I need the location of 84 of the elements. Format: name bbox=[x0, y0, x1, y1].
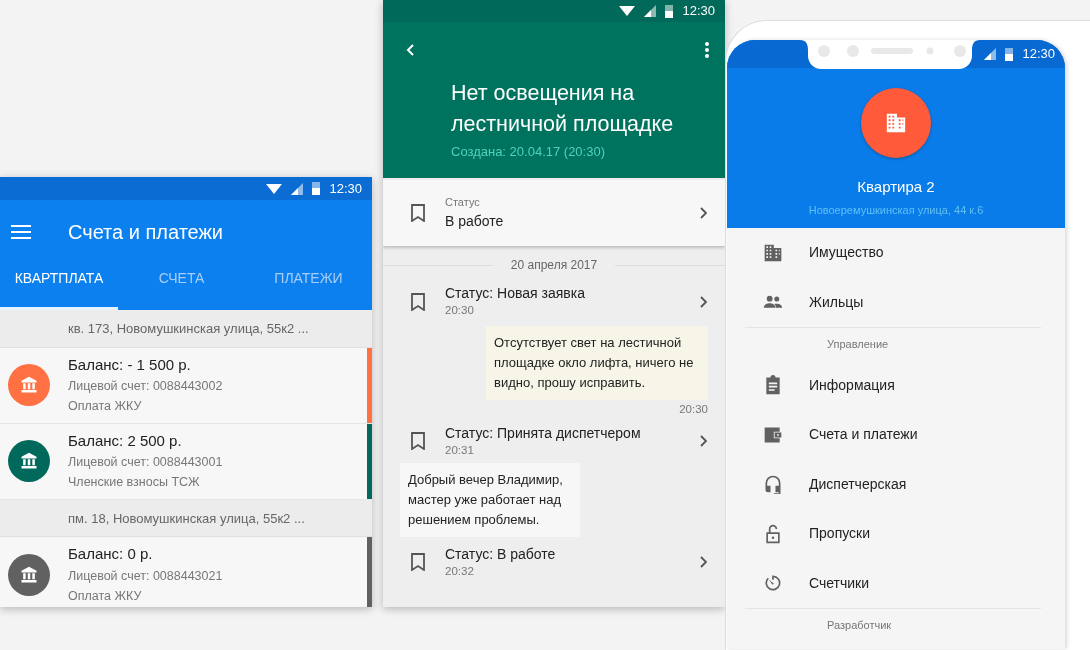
menu-label: Информация bbox=[809, 375, 895, 395]
message-time: 20:30 bbox=[679, 402, 708, 417]
event-time: 20:32 bbox=[445, 563, 475, 579]
status-time: 12:30 bbox=[1022, 45, 1055, 64]
account-number: Лицевой счет: 0088443001 bbox=[68, 454, 223, 472]
profile-address: Новоеремушкинская улица, 44 к.6 bbox=[808, 202, 984, 218]
account-purpose: Оплата ЖКУ bbox=[68, 587, 143, 605]
menu-button[interactable] bbox=[11, 225, 31, 239]
screen-title: Счета и платежи bbox=[68, 220, 223, 245]
menu-label: Счета и платежи bbox=[809, 425, 918, 445]
wifi-icon bbox=[619, 6, 636, 16]
signal-icon bbox=[644, 5, 657, 17]
more-button[interactable] bbox=[705, 42, 709, 58]
battery-icon bbox=[312, 182, 321, 195]
status-label: Статус bbox=[445, 195, 481, 211]
bank-icon bbox=[19, 451, 39, 471]
bookmark-icon bbox=[411, 553, 425, 572]
bookmark-icon bbox=[411, 204, 425, 222]
bank-icon bbox=[19, 564, 39, 585]
address-header: пм. 18, Новомушкинская улица, 55к2 ... bbox=[0, 499, 372, 537]
menu-label: Диспетчерская bbox=[809, 474, 907, 494]
signal-icon bbox=[984, 48, 997, 60]
chevron-right-icon bbox=[700, 435, 707, 448]
event-status: Статус: Принята диспетчером bbox=[445, 423, 642, 442]
bookmark-icon bbox=[411, 293, 425, 311]
menu-icon bbox=[11, 225, 31, 239]
chevron-right-icon bbox=[700, 296, 707, 308]
sent-message: Отсутствует свет на лестичной площадке окло лифта, ничего не видно, прошу исправить. bbox=[486, 326, 708, 400]
clipboard-icon bbox=[763, 375, 783, 396]
status-time: 12:30 bbox=[682, 2, 715, 21]
menu-label: Пропуски bbox=[809, 524, 870, 544]
wifi-icon bbox=[266, 183, 283, 194]
account-balance: Баланс: 2 500 р. bbox=[68, 430, 183, 451]
bank-icon bbox=[19, 375, 39, 395]
headset-icon bbox=[763, 474, 783, 495]
menu-item[interactable]: Жильцы bbox=[727, 277, 1065, 327]
profile-title: Квартира 2 bbox=[857, 177, 935, 197]
menu-item[interactable]: Пропуски bbox=[727, 509, 1065, 559]
status-time: 12:30 bbox=[329, 179, 362, 198]
account-card[interactable]: Баланс: - 1 500 р. Лицевой счет: 0088443002 Оплата ЖКУ bbox=[0, 347, 372, 424]
battery-icon bbox=[665, 4, 674, 18]
status-value: В работе bbox=[445, 211, 505, 231]
menu-item[interactable]: Имущество bbox=[727, 228, 1065, 278]
menu-item[interactable]: Диспетчерская bbox=[727, 459, 1065, 509]
building-icon bbox=[763, 242, 783, 263]
received-message: Добрый вечер Владимир, мастер уже работает над решением проблемы. bbox=[400, 463, 580, 538]
address-header: кв. 173, Новомушкинская улица, 55к2 ... bbox=[0, 310, 372, 348]
chevron-right-icon bbox=[700, 556, 707, 569]
section-header: Управление bbox=[745, 327, 1041, 361]
battery-icon bbox=[1005, 47, 1014, 61]
created-date: Создана: 20.04.17 (20:30) bbox=[451, 143, 606, 161]
menu-label: Жильцы bbox=[809, 292, 864, 312]
account-card[interactable]: Баланс: 2 500 р. Лицевой счет: 0088443001 Членские взносы ТСЖ bbox=[0, 423, 372, 500]
event-time: 20:31 bbox=[445, 442, 475, 458]
menu-label: Счетчики bbox=[809, 573, 870, 593]
bookmark-icon bbox=[411, 432, 425, 451]
account-balance: Баланс: 0 р. bbox=[68, 544, 154, 565]
status-event[interactable]: Статус: В работе 20:32 bbox=[383, 540, 725, 585]
back-button[interactable] bbox=[406, 44, 414, 56]
status-card[interactable]: Статус В работе bbox=[383, 180, 725, 246]
event-status: Статус: В работе bbox=[445, 544, 557, 563]
event-status: Статус: Новая заявка bbox=[445, 284, 586, 303]
account-card[interactable]: Баланс: 0 р. Лицевой счет: 0088443021 Оплата ЖКУ bbox=[0, 537, 372, 607]
menu-item[interactable]: Счета и платежи bbox=[727, 410, 1065, 460]
status-event[interactable]: Статус: Новая заявка 20:30 bbox=[383, 280, 725, 324]
request-title: Нет освещения на лестничной площадке bbox=[451, 80, 675, 138]
status-event[interactable]: Статус: Принята диспетчером 20:31 bbox=[383, 419, 725, 464]
account-number: Лицевой счет: 0088443021 bbox=[68, 567, 223, 585]
menu-item[interactable]: Счетчики bbox=[727, 558, 1065, 608]
section-header: Разработчик bbox=[745, 608, 1041, 642]
menu-label: Имущество bbox=[809, 243, 884, 263]
account-purpose: Членские взносы ТСЖ bbox=[68, 474, 201, 492]
date-divider: 20 апреля 2017 bbox=[510, 257, 598, 274]
building-icon bbox=[885, 112, 907, 134]
account-number: Лицевой счет: 0088443002 bbox=[68, 378, 223, 396]
chevron-right-icon bbox=[700, 207, 707, 219]
lock-icon bbox=[763, 523, 783, 544]
menu-item[interactable]: Информация bbox=[727, 360, 1065, 410]
back-icon bbox=[406, 44, 414, 56]
event-time: 20:30 bbox=[445, 303, 475, 319]
more-icon bbox=[705, 42, 709, 58]
signal-icon bbox=[291, 182, 304, 195]
account-purpose: Оплата ЖКУ bbox=[68, 398, 143, 416]
account-balance: Баланс: - 1 500 р. bbox=[68, 354, 192, 375]
